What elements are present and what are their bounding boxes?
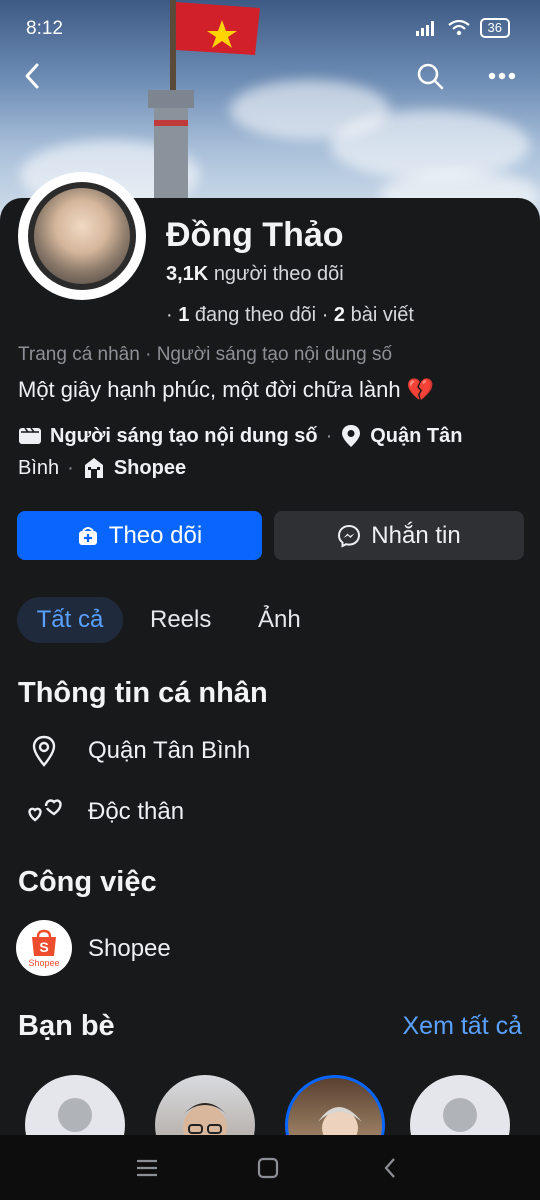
system-navigation-bar bbox=[0, 1135, 540, 1200]
back-button[interactable] bbox=[14, 58, 50, 94]
location-icon-wrapper bbox=[26, 735, 62, 767]
store-icon bbox=[84, 458, 103, 478]
following-posts-row: · 1 đang theo dõi · 2 bài viết bbox=[166, 304, 414, 327]
more-icon bbox=[488, 72, 516, 80]
search-icon bbox=[417, 63, 444, 90]
status-time: 8:12 bbox=[26, 18, 63, 39]
tab-reels[interactable]: Reels bbox=[150, 597, 211, 643]
video-icon bbox=[19, 427, 41, 444]
location-icon bbox=[32, 735, 56, 767]
personal-info-title: Thông tin cá nhân bbox=[18, 677, 268, 709]
message-button[interactable]: Nhắn tin bbox=[274, 511, 524, 560]
followers-number: 3,1K bbox=[166, 263, 209, 285]
messenger-icon bbox=[338, 524, 361, 548]
location-label-part1[interactable]: Quận Tân bbox=[370, 425, 462, 448]
more-options-button[interactable] bbox=[484, 58, 520, 94]
followers-label: người theo dõi bbox=[213, 263, 344, 285]
posts-label: bài viết bbox=[350, 304, 414, 326]
followers-count[interactable]: 3,1K người theo dõi bbox=[166, 263, 344, 286]
location-pin-icon bbox=[342, 425, 361, 447]
heart-icon bbox=[28, 799, 62, 822]
signal-icon bbox=[415, 21, 434, 36]
work-title: Công việc bbox=[18, 866, 157, 898]
tab-all[interactable]: Tất cả bbox=[17, 597, 123, 643]
bio-text: Một giây hạnh phúc, một đời chữa lành 💔 bbox=[18, 377, 435, 402]
shopee-bag-icon: S bbox=[32, 929, 56, 956]
shopee-logo-text: Shopee bbox=[28, 957, 60, 968]
bullet: · bbox=[321, 304, 334, 326]
wifi-icon bbox=[447, 20, 470, 36]
status-bar: 8:12 36 bbox=[0, 0, 540, 52]
avatar-photo bbox=[28, 182, 136, 290]
profile-details-line-1: Người sáng tạo nội dung số · Quận Tân bbox=[18, 424, 462, 448]
back-nav-icon[interactable] bbox=[382, 1157, 398, 1179]
home-icon[interactable] bbox=[257, 1157, 279, 1179]
follow-button-label: Theo dõi bbox=[108, 521, 203, 549]
recent-apps-icon[interactable] bbox=[135, 1158, 159, 1178]
status-icons: 36 bbox=[415, 18, 510, 38]
shopee-logo[interactable]: S Shopee bbox=[16, 920, 72, 976]
separator: · bbox=[67, 456, 74, 479]
follow-button[interactable]: Theo dõi bbox=[17, 511, 262, 560]
info-location-text: Quận Tân Bình bbox=[88, 737, 251, 764]
avatar[interactable] bbox=[18, 172, 146, 300]
info-relationship-row[interactable]: Độc thân bbox=[26, 796, 184, 828]
page-category: Trang cá nhân · Người sáng tạo nội dung … bbox=[18, 344, 393, 365]
follow-icon bbox=[78, 526, 97, 545]
friends-title: Bạn bè bbox=[18, 1010, 115, 1042]
separator: · bbox=[325, 424, 333, 447]
message-button-label: Nhắn tin bbox=[371, 521, 461, 549]
back-icon bbox=[25, 63, 39, 89]
bullet: · bbox=[166, 304, 179, 326]
search-button[interactable] bbox=[412, 58, 448, 94]
profile-name: Đồng Thảo bbox=[166, 216, 344, 254]
posts-number: 2 bbox=[333, 304, 346, 326]
info-location-row[interactable]: Quận Tân Bình bbox=[26, 735, 250, 767]
creator-label: Người sáng tạo nội dung số bbox=[50, 424, 318, 447]
svg-text:S: S bbox=[39, 939, 48, 955]
following-label[interactable]: đang theo dõi bbox=[195, 304, 316, 326]
profile-details-line-2: Bình · Shopee bbox=[18, 456, 186, 480]
see-all-friends-link[interactable]: Xem tất cả bbox=[403, 1012, 523, 1041]
following-number[interactable]: 1 bbox=[178, 304, 189, 326]
tab-photos[interactable]: Ảnh bbox=[258, 597, 301, 643]
heart-icon-wrapper bbox=[26, 796, 62, 828]
location-label-part2[interactable]: Bình bbox=[18, 457, 59, 480]
info-relationship-text: Độc thân bbox=[88, 798, 185, 825]
profile-card bbox=[0, 198, 540, 1138]
work-label[interactable]: Shopee bbox=[114, 457, 186, 480]
battery-indicator: 36 bbox=[479, 18, 510, 38]
work-company-name[interactable]: Shopee bbox=[88, 935, 171, 963]
